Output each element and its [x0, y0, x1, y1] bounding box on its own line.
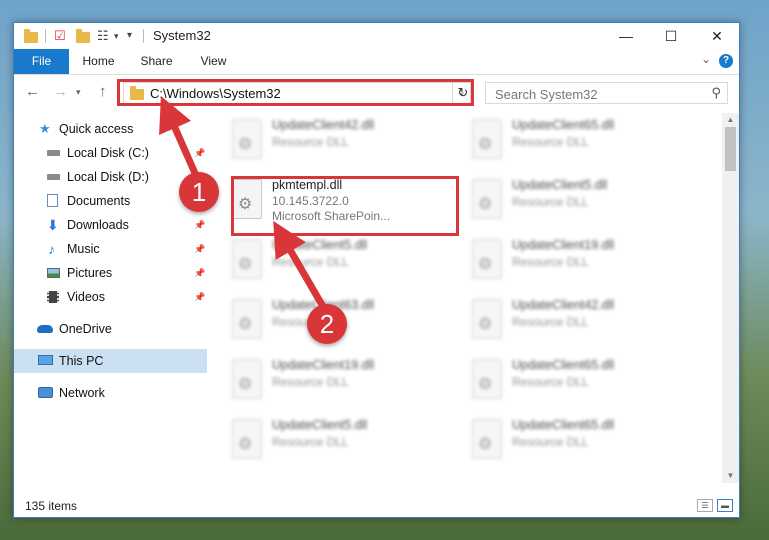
step-1-badge: 1 [179, 172, 219, 212]
step-2-badge: 2 [307, 304, 347, 344]
arrow-to-address-bar [159, 95, 202, 182]
arrow-to-file [273, 220, 329, 312]
annotation-arrows [159, 95, 329, 312]
